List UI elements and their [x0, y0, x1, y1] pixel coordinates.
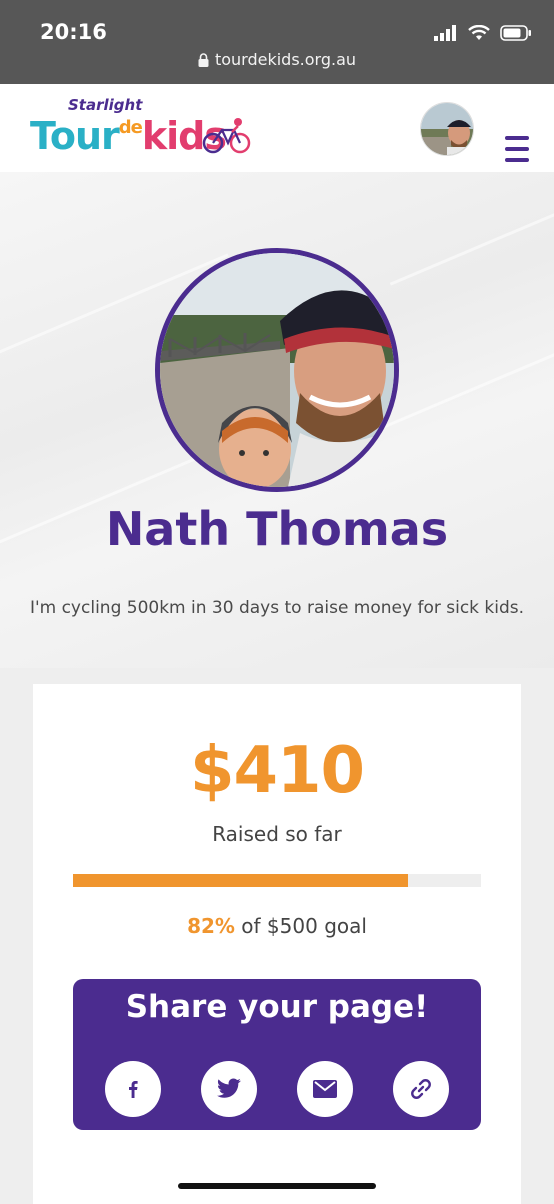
facebook-icon[interactable]	[105, 1061, 161, 1117]
home-indicator[interactable]	[178, 1183, 376, 1189]
status-bar: 20:16 tourdekids.org.au	[0, 0, 554, 84]
signal-icon	[434, 25, 456, 41]
wifi-icon	[468, 25, 490, 40]
url-bar[interactable]: tourdekids.org.au	[0, 50, 554, 69]
profile-photo	[155, 248, 399, 492]
logo-wordmark: Tourdekids	[30, 114, 227, 158]
share-title: Share your page!	[125, 989, 429, 1025]
hamburger-menu-icon[interactable]	[505, 136, 529, 162]
progress-fill	[73, 874, 408, 887]
share-icons	[105, 1061, 449, 1117]
url-text: tourdekids.org.au	[214, 50, 357, 69]
twitter-icon[interactable]	[201, 1061, 257, 1117]
site-header: Starlight Tourdekids	[0, 84, 554, 172]
goal-amount: of $500 goal	[241, 914, 367, 938]
share-box: Share your page!	[73, 979, 481, 1130]
header-avatar[interactable]	[420, 102, 474, 156]
email-icon[interactable]	[297, 1061, 353, 1117]
status-icons	[434, 22, 532, 44]
profile-hero: Nath Thomas I'm cycling 500km in 30 days…	[0, 172, 554, 668]
battery-icon	[500, 25, 531, 41]
fundraising-card: $410 Raised so far 82% of $500 goal Shar…	[33, 684, 521, 1204]
goal-text: 82% of $500 goal	[33, 914, 521, 938]
raised-amount: $410	[189, 734, 365, 808]
bicycle-icon	[202, 118, 251, 154]
raised-label: Raised so far	[212, 822, 342, 846]
status-time: 20:16	[40, 20, 107, 44]
progress-bar	[73, 874, 481, 887]
lock-icon	[198, 53, 209, 67]
link-icon[interactable]	[393, 1061, 449, 1117]
tour-de-kids-logo[interactable]: Starlight Tourdekids	[30, 96, 260, 158]
goal-percent: 82%	[187, 914, 235, 938]
logo-starlight: Starlight	[68, 96, 143, 114]
profile-name: Nath Thomas	[105, 502, 449, 556]
profile-bio: I'm cycling 500km in 30 days to raise mo…	[29, 598, 525, 618]
